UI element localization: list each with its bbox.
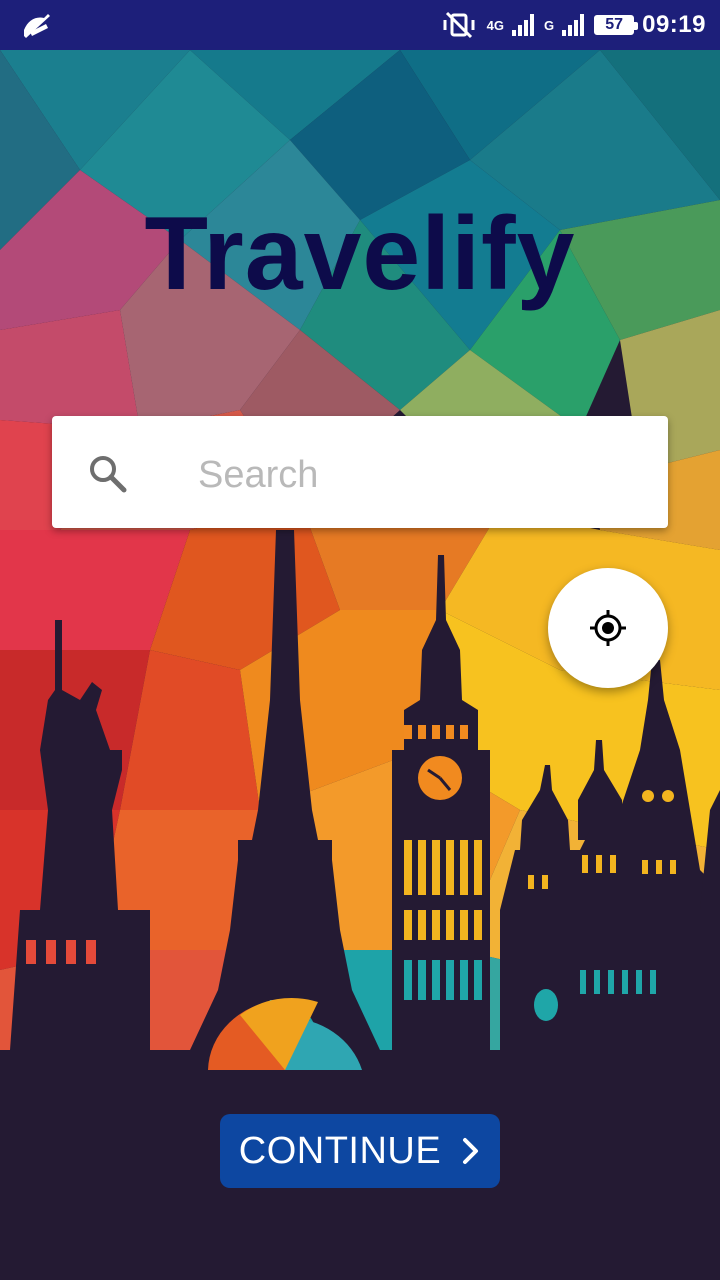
vibrate-mute-icon (443, 11, 475, 39)
signal-icon (511, 14, 534, 36)
notification-off-icon (24, 14, 50, 38)
continue-label: CONTINUE (238, 1129, 442, 1172)
chevron-right-icon (463, 1138, 479, 1164)
clock: 09:19 (642, 11, 706, 38)
signal-icon (562, 14, 585, 36)
battery-level: 57 (605, 16, 623, 33)
status-icons: 4G G 57 09:19 (439, 0, 706, 50)
my-location-icon (590, 610, 626, 646)
status-bar: 4G G 57 09:19 (0, 0, 720, 50)
continue-button[interactable]: CONTINUE (220, 1114, 500, 1188)
my-location-button[interactable] (548, 568, 668, 688)
app-title: Travelify (144, 196, 576, 312)
network-type-1: 4G (486, 17, 504, 33)
search-input[interactable] (196, 440, 640, 510)
battery-indicator: 57 (594, 15, 639, 35)
search-icon[interactable] (86, 452, 130, 496)
network-type-2: G (543, 17, 555, 33)
